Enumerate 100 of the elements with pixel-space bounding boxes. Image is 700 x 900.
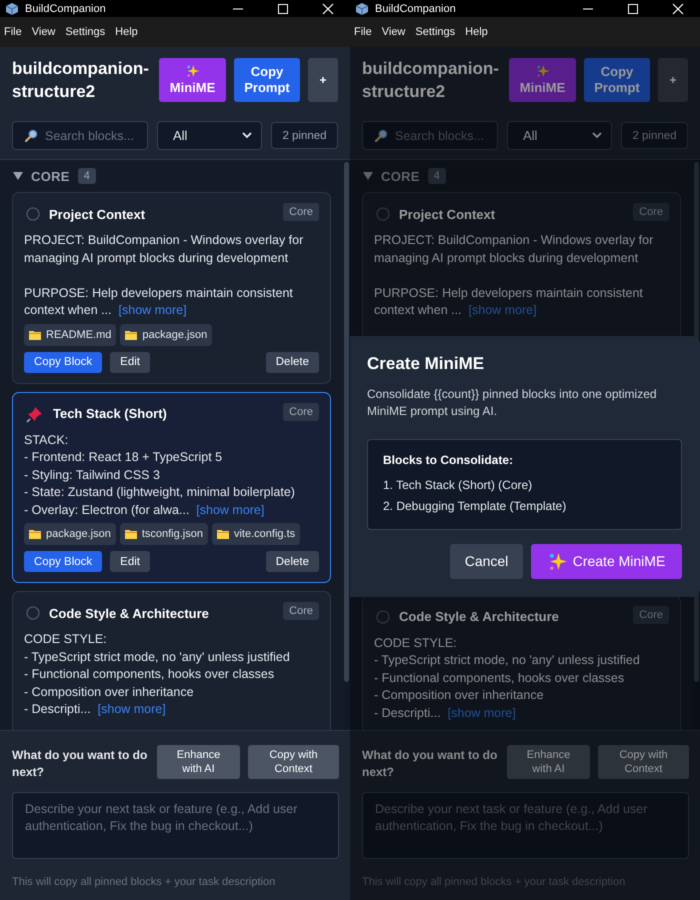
close-icon[interactable] — [322, 2, 334, 14]
show-more-link[interactable]: [show more] — [196, 502, 264, 516]
filter-dropdown[interactable]: All — [507, 121, 612, 150]
block-title: Project Context — [399, 206, 496, 222]
menu-item[interactable]: Help — [465, 26, 488, 38]
block-title: Code Style & Architecture — [399, 609, 560, 624]
menu-item[interactable]: Help — [115, 26, 138, 38]
block-text: - Descripti... [show more] — [374, 704, 517, 722]
block-title: Code Style & Architecture — [49, 606, 210, 620]
scrollbar-thumb[interactable] — [694, 162, 699, 682]
question-label: What do you want to do next? — [362, 747, 498, 781]
scrollbar-thumb[interactable] — [344, 162, 349, 682]
category-tag: Core — [633, 606, 669, 624]
pin-icon[interactable] — [26, 404, 44, 422]
block-text: - Functional components, hooks over classes — [24, 666, 276, 683]
menu-item[interactable]: View — [32, 26, 56, 38]
project-title: buildcompanion-structure2 — [12, 58, 150, 102]
collapse-triangle-icon[interactable] — [363, 171, 373, 181]
app-icon — [6, 2, 18, 14]
block-text: - State: Zustand (lightweight, minimal boilerplate) — [24, 484, 296, 501]
chevron-down-icon — [592, 132, 602, 139]
dialog-title: Create MiniME — [367, 354, 486, 374]
app-icon — [356, 2, 368, 14]
copy-button[interactable]: Copy Block — [24, 551, 102, 572]
dialog-description: Consolidate {{count}} pinned blocks into one optimized MiniME prompt using AI. — [367, 386, 658, 420]
maximize-icon[interactable] — [627, 2, 639, 14]
menu-item[interactable]: File — [354, 26, 372, 38]
block-text: - Descripti... [show more] — [24, 701, 167, 718]
block-text: - Composition over inheritance — [24, 684, 195, 701]
collapse-triangle-icon[interactable] — [13, 171, 23, 181]
copy-prompt-button[interactable]: Copy Prompt — [234, 58, 300, 102]
pin-toggle-icon[interactable] — [376, 207, 390, 221]
action-button[interactable]: Copy with Context — [248, 745, 339, 779]
block-text: - Functional components, hooks over classes — [374, 670, 626, 687]
delete-button[interactable]: Delete — [266, 352, 319, 372]
count-badge: 4 — [78, 168, 96, 184]
menu-item[interactable]: View — [382, 26, 406, 38]
list-item: 1. Tech Stack (Short) (Core) — [383, 476, 534, 494]
category-tag: Core — [283, 203, 319, 221]
block-text: PROJECT: BuildCompanion - Windows overlay for managing AI prompt blocks during development — [374, 232, 654, 267]
block-text: - Overlay: Electron (for alwa... [show more] — [24, 502, 266, 519]
chevron-down-icon — [242, 132, 252, 139]
action-button[interactable]: Enhance with AI — [507, 745, 590, 779]
delete-button[interactable]: Delete — [266, 551, 319, 572]
add-button[interactable]: + — [308, 58, 338, 102]
folder-icon — [216, 529, 229, 539]
block-text: - Styling: Tailwind CSS 3 — [24, 466, 161, 484]
list-title: Blocks to Consolidate: — [383, 452, 514, 466]
window-title: BuildCompanion — [25, 2, 107, 14]
file-chip[interactable]: vite.config.ts — [212, 523, 300, 545]
block-text: PROJECT: BuildCompanion - Windows overlay for managing AI prompt blocks during development — [24, 232, 304, 267]
window-title: BuildCompanion — [375, 2, 457, 14]
pin-toggle-icon[interactable] — [376, 610, 390, 624]
show-more-link[interactable]: [show more] — [118, 303, 187, 317]
pin-toggle-icon[interactable] — [26, 207, 40, 221]
block-text: PURPOSE: Help developers maintain consistent context when ... [show more] — [24, 284, 294, 319]
block-text: STACK: — [24, 432, 70, 448]
pinned-count: 2 pinned — [271, 122, 338, 149]
file-chip[interactable]: tsconfig.json — [120, 523, 208, 545]
minime-button[interactable]: MiniME — [509, 58, 576, 102]
show-more-link[interactable]: [show more] — [98, 702, 166, 716]
folder-icon — [124, 529, 137, 539]
file-chip[interactable]: package.json — [120, 324, 212, 346]
section-title: CORE — [381, 168, 420, 184]
close-icon[interactable] — [672, 2, 684, 14]
sparkle-icon — [186, 64, 200, 78]
edit-button[interactable]: Edit — [110, 551, 150, 572]
list-item: 2. Debugging Template (Template) — [383, 498, 568, 514]
pin-toggle-icon[interactable] — [26, 606, 40, 620]
block-text: CODE STYLE: — [374, 634, 458, 652]
create-button[interactable]: Create MiniME — [531, 544, 682, 578]
folder-icon — [125, 330, 138, 340]
minime-button[interactable]: MiniME — [159, 58, 226, 102]
maximize-icon[interactable] — [277, 2, 289, 14]
edit-button[interactable]: Edit — [110, 352, 150, 372]
menu-item[interactable]: Settings — [65, 26, 106, 38]
pinned-count: 2 pinned — [621, 122, 688, 149]
block-text: - TypeScript strict mode, no 'any' unless justified — [374, 652, 641, 669]
cancel-button[interactable]: Cancel — [450, 544, 523, 578]
add-button[interactable]: + — [658, 58, 688, 102]
folder-icon — [29, 529, 41, 539]
search-field[interactable]: Search blocks... — [12, 121, 148, 150]
file-chip[interactable]: README.md — [24, 324, 116, 346]
copy-button[interactable]: Copy Block — [24, 352, 102, 372]
block-text: - TypeScript strict mode, no 'any' unless justified — [24, 648, 291, 666]
block-text: PURPOSE: Help developers maintain consistent context when ... [show more] — [374, 284, 644, 319]
menu-item[interactable]: File — [4, 26, 22, 38]
block-text: - Frontend: React 18 + TypeScript 5 — [24, 449, 224, 466]
copy-prompt-button[interactable]: Copy Prompt — [584, 58, 650, 102]
project-title: buildcompanion-structure2 — [362, 58, 500, 102]
hint-text: This will copy all pinned blocks + your task description — [12, 876, 276, 888]
task-field[interactable]: Describe your next task or feature (e.g., Add user authentication, Fix the bug in checkout...) — [12, 792, 339, 859]
menu-item[interactable]: Settings — [415, 26, 456, 38]
category-tag: Core — [283, 402, 319, 420]
action-button[interactable]: Copy with Context — [598, 745, 689, 779]
question-label: What do you want to do next? — [12, 747, 148, 781]
action-button[interactable]: Enhance with AI — [157, 745, 240, 779]
filter-dropdown[interactable]: All — [157, 121, 262, 150]
block-title: Tech Stack (Short) — [53, 406, 168, 421]
file-chip[interactable]: package.json — [24, 523, 116, 545]
